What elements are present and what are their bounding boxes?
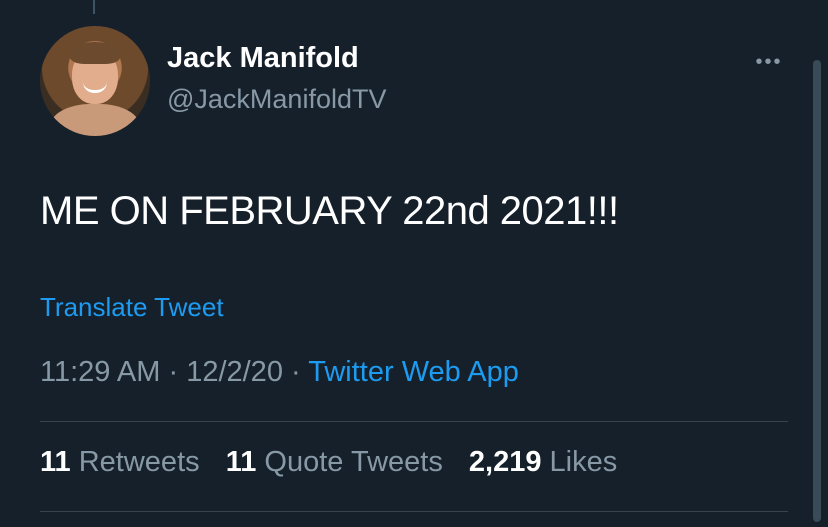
quotes-count: 11 <box>225 446 257 478</box>
divider-top <box>40 421 788 422</box>
tweet-text: ME ON FEBRUARY 22nd 2021!!! <box>40 189 619 233</box>
thread-connector-line <box>93 0 95 14</box>
quotes-label: Quote Tweets <box>264 446 443 478</box>
more-options-icon[interactable]: ••• <box>752 52 786 72</box>
avatar-hair <box>70 42 120 64</box>
display-name[interactable]: Jack Manifold <box>167 42 359 75</box>
retweets-count: 11 <box>40 446 71 478</box>
retweets-stat[interactable]: 11 Retweets <box>40 446 208 478</box>
meta-separator: · <box>291 356 301 388</box>
likes-count: 2,219 <box>468 446 542 478</box>
meta-separator: · <box>168 356 179 388</box>
tweet-stats: 11 Retweets 11 Quote Tweets 2,219 Likes <box>40 446 635 479</box>
user-handle[interactable]: @JackManifoldTV <box>167 84 386 115</box>
tweet-source-link[interactable]: Twitter Web App <box>308 356 519 388</box>
scrollbar[interactable] <box>813 60 821 522</box>
tweet-time[interactable]: 11:29 AM <box>40 356 160 388</box>
tweet-date[interactable]: 12/2/20 <box>186 356 283 388</box>
retweets-label: Retweets <box>78 446 200 478</box>
avatar[interactable] <box>40 26 150 136</box>
quote-tweets-stat[interactable]: 11 Quote Tweets <box>226 446 451 478</box>
translate-tweet-link[interactable]: Translate Tweet <box>40 292 224 323</box>
tweet-meta: 11:29 AM · 12/2/20 · Twitter Web App <box>40 356 519 389</box>
avatar-shirt <box>50 104 140 136</box>
likes-stat[interactable]: 2,219 Likes <box>469 446 617 478</box>
divider-bottom <box>40 511 788 512</box>
likes-label: Likes <box>549 446 618 478</box>
